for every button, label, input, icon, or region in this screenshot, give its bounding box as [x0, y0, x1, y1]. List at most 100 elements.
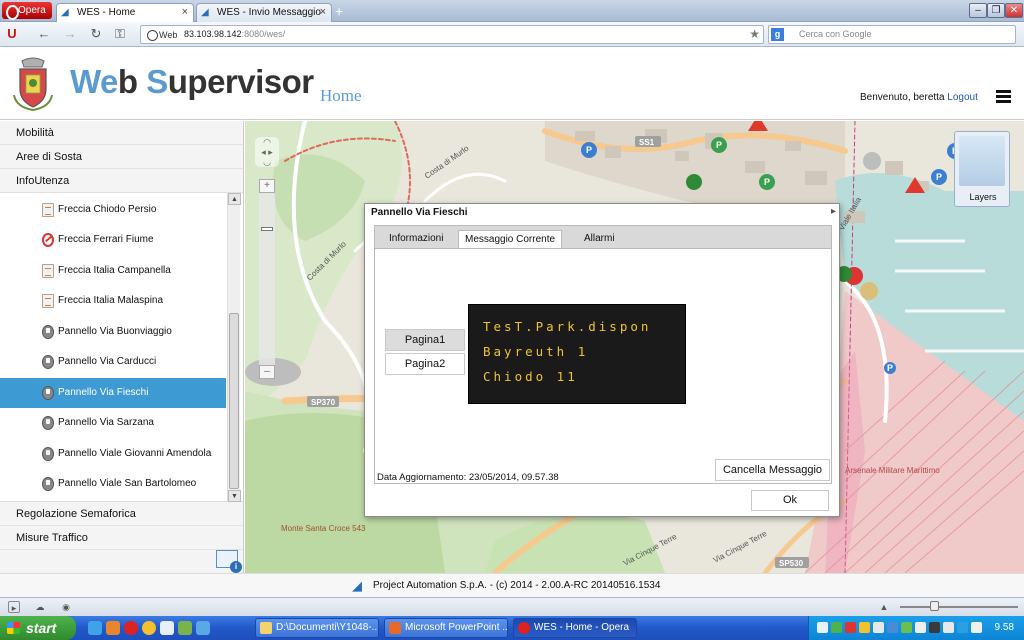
bookmark-star-icon[interactable]: ★: [749, 26, 760, 43]
cancel-message-button[interactable]: Cancella Messaggio: [715, 459, 830, 481]
browser-tab-wes-invio[interactable]: ◢ WES - Invio Messaggio ×: [196, 3, 332, 22]
chevron-right-icon[interactable]: ▸: [831, 206, 836, 217]
app-header: Web Supervisor Home Benvenuto, beretta L…: [0, 48, 1024, 120]
reload-icon[interactable]: ↻: [88, 26, 104, 42]
tray-app-icon[interactable]: [929, 622, 940, 633]
zoom-level-marker[interactable]: [261, 227, 273, 231]
tray-app-icon[interactable]: [971, 622, 982, 633]
sidebar-item-freccia-ferrari-fiume[interactable]: Freccia Ferrari Fiume: [0, 225, 226, 255]
cloud-icon[interactable]: ☁: [34, 601, 46, 613]
system-clock: 9.58: [994, 622, 1014, 633]
panel-icon: [42, 447, 54, 461]
sidebar-item-pannello-via-carducci[interactable]: Pannello Via Carducci: [0, 347, 226, 377]
map-pan-control[interactable]: ◠ ◂ ▸ ◡: [255, 137, 279, 167]
zoom-out-icon[interactable]: –: [259, 365, 275, 379]
sidebar-scrollbar[interactable]: ▲ ▼: [227, 193, 241, 502]
tray-app-icon[interactable]: [873, 622, 884, 633]
tray-app-icon[interactable]: [845, 622, 856, 633]
close-window-icon[interactable]: ✕: [1005, 3, 1023, 18]
sidebar-item-pannello-viale-san-bartolomeo[interactable]: Pannello Viale San Bartolomeo: [0, 469, 226, 499]
page-1-button[interactable]: Pagina1: [385, 329, 465, 351]
tab-informazioni[interactable]: Informazioni: [383, 230, 449, 249]
page-2-button[interactable]: Pagina2: [385, 353, 465, 375]
hamburger-menu-icon[interactable]: [996, 90, 1011, 103]
sidebar-category-regolazione-semaforica[interactable]: Regolazione Semaforica: [0, 502, 243, 526]
zoom-up-icon[interactable]: ▲: [878, 601, 890, 613]
explorer-icon[interactable]: [160, 621, 174, 635]
network-icon[interactable]: [817, 622, 828, 633]
tray-app-icon[interactable]: [887, 622, 898, 633]
task-powerpoint[interactable]: Microsoft PowerPoint ...: [384, 618, 508, 638]
url-field[interactable]: Web 83.103.98.142:8080/wes/ ★: [140, 25, 764, 44]
search-placeholder: Cerca con Google: [799, 29, 872, 39]
sidebar-category-infoutenza[interactable]: InfoUtenza: [0, 169, 243, 193]
url-text[interactable]: 83.103.98.142:8080/wes/: [184, 26, 285, 43]
turbo-icon[interactable]: ◉: [60, 601, 72, 613]
forward-icon[interactable]: →: [62, 26, 78, 42]
browser-tab-wes-home[interactable]: ◢ WES - Home ×: [56, 3, 194, 22]
restore-icon[interactable]: ❐: [987, 3, 1005, 18]
tab-allarmi[interactable]: Allarmi: [578, 230, 621, 249]
tab-title: WES - Home: [77, 7, 136, 18]
sidebar-category-mobilita[interactable]: Mobilità: [0, 121, 243, 145]
zoom-in-icon[interactable]: +: [259, 179, 275, 193]
browser-status-bar: ▸ ☁ ◉ ▲: [0, 597, 1024, 616]
system-tray: 9.58: [808, 616, 1024, 640]
layers-label: Layers: [969, 192, 997, 202]
sidebar: Mobilità Aree di Sosta InfoUtenza Frecci…: [0, 121, 244, 573]
app-icon[interactable]: [178, 621, 192, 635]
minimize-icon[interactable]: –: [969, 3, 987, 18]
chrome-icon[interactable]: [142, 621, 156, 635]
sidebar-item-pannello-viale-giovanni-amendola[interactable]: Pannello Viale Giovanni Amendola: [0, 439, 226, 469]
close-tab-icon[interactable]: ×: [182, 4, 188, 21]
sidebar-category-misure-traffico[interactable]: Misure Traffico: [0, 526, 243, 550]
sidebar-item-freccia-chiodo-persio[interactable]: Freccia Chiodo Persio: [0, 195, 226, 225]
sidebar-item-pannello-via-sarzana[interactable]: Pannello Via Sarzana: [0, 408, 226, 438]
tray-app-icon[interactable]: [859, 622, 870, 633]
opera-icon[interactable]: [124, 621, 138, 635]
sidebar-category-aree-di-sosta[interactable]: Aree di Sosta: [0, 145, 243, 169]
map-label: SS1: [639, 138, 655, 147]
layers-button[interactable]: Layers: [954, 131, 1010, 207]
tray-app-icon[interactable]: [831, 622, 842, 633]
sidebar-item-pannello-via-buonviaggio[interactable]: Pannello Via Buonviaggio: [0, 317, 226, 347]
sidebar-item-freccia-italia-malaspina[interactable]: Freccia Italia Malaspina: [0, 286, 226, 316]
ok-button[interactable]: Ok: [751, 490, 829, 511]
task-documenti[interactable]: D:\Documenti\Y1048-...: [255, 618, 379, 638]
search-field[interactable]: g Cerca con Google: [768, 25, 1016, 44]
scroll-up-icon[interactable]: ▲: [228, 193, 241, 205]
start-button[interactable]: start: [0, 616, 76, 640]
task-opera[interactable]: WES - Home - Opera: [513, 618, 637, 638]
opera-logo-icon[interactable]: U: [4, 26, 20, 42]
opera-icon: [518, 622, 530, 634]
back-icon[interactable]: ←: [36, 26, 52, 42]
opera-menu-button[interactable]: Opera: [2, 2, 52, 20]
close-tab-icon[interactable]: ×: [320, 4, 326, 21]
firefox-icon[interactable]: [106, 621, 120, 635]
logout-link[interactable]: Logout: [947, 92, 978, 103]
panel-toggle-icon[interactable]: ▸: [8, 601, 20, 613]
dialog-body: Pagina1 Pagina2 TesT.Park.dispon Bayreut…: [374, 248, 832, 484]
app-icon[interactable]: [196, 621, 210, 635]
page-zoom-slider[interactable]: [900, 601, 1018, 611]
google-icon[interactable]: g: [771, 28, 784, 41]
ie-icon[interactable]: [88, 621, 102, 635]
key-icon[interactable]: ⚿: [112, 26, 128, 42]
scroll-down-icon[interactable]: ▼: [228, 490, 241, 502]
tray-app-icon[interactable]: [957, 622, 968, 633]
panel-icon: [42, 477, 54, 491]
new-tab-button[interactable]: +: [335, 3, 343, 19]
sidebar-item-pannello-via-fieschi[interactable]: Pannello Via Fieschi: [0, 378, 226, 408]
volume-icon[interactable]: [943, 622, 954, 633]
tray-app-icon[interactable]: [901, 622, 912, 633]
scrollbar-thumb[interactable]: [229, 313, 239, 489]
map-zoom-slider[interactable]: + –: [259, 179, 275, 379]
browser-address-bar: U ← → ↻ ⚿ Web 83.103.98.142:8080/wes/ ★ …: [0, 22, 1024, 47]
tab-messaggio-corrente[interactable]: Messaggio Corrente: [458, 230, 563, 249]
infoutenza-list: Freccia Chiodo Persio Freccia Ferrari Fi…: [0, 193, 243, 502]
info-window-icon[interactable]: i: [216, 550, 242, 573]
sidebar-item-freccia-italia-campanella[interactable]: Freccia Italia Campanella: [0, 256, 226, 286]
panel-icon: [42, 325, 54, 339]
web-badge[interactable]: Web: [145, 27, 181, 42]
tray-app-icon[interactable]: [915, 622, 926, 633]
